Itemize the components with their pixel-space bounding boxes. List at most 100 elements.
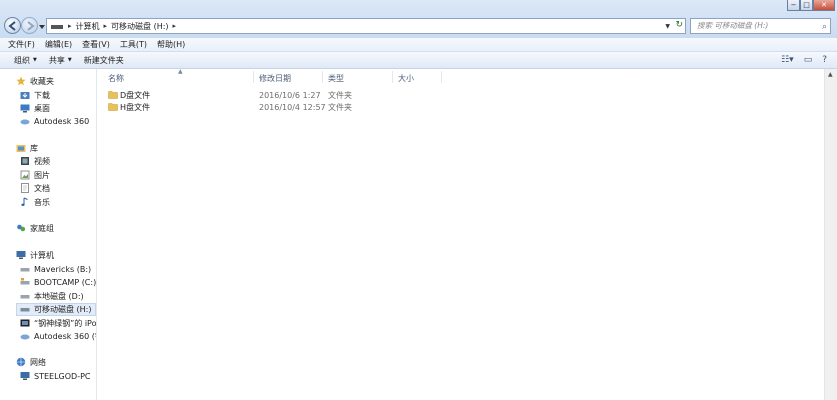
forward-arrow-icon [27, 21, 35, 31]
nav-downloads[interactable]: 下载 [20, 89, 50, 101]
video-icon [21, 157, 29, 165]
nav-label: Autodesk 360 [34, 116, 90, 126]
new-folder-button[interactable]: 新建文件夹 [84, 55, 124, 66]
nav-documents[interactable]: 文档 [20, 182, 50, 194]
column-label: 大小 [398, 73, 414, 83]
back-button[interactable] [4, 17, 21, 34]
nav-label: Mavericks (B:) [34, 264, 92, 274]
menu-bar: 文件(F) 编辑(E) 查看(V) 工具(T) 帮助(H) [0, 38, 837, 52]
command-bar: 组织 ▼ 共享 ▼ 新建文件夹 ☷▾ ▭ ? [0, 52, 837, 69]
search-icon[interactable]: ⌕ [822, 20, 827, 34]
menu-view[interactable]: 查看(V) [82, 39, 110, 50]
column-divider[interactable] [392, 71, 393, 83]
nav-drive-h[interactable]: 可移动磁盘 (H:) [20, 303, 92, 315]
nav-label: 家庭组 [30, 223, 54, 233]
nav-desktop[interactable]: 桌面 [20, 102, 50, 114]
nav-drive-c[interactable]: BOOTCAMP (C:) [20, 276, 96, 288]
nav-label: 桌面 [34, 103, 50, 113]
breadcrumb-separator[interactable]: ▸ [173, 22, 177, 30]
recent-pages-dropdown-icon[interactable] [39, 24, 45, 30]
nav-videos[interactable]: 视频 [20, 155, 50, 167]
organize-button[interactable]: 组织 ▼ [14, 55, 37, 66]
view-options-icon[interactable]: ☷▾ [781, 55, 794, 65]
library-icon [16, 145, 26, 152]
computer-root-icon [51, 25, 63, 29]
back-arrow-icon [8, 21, 16, 31]
nav-label: 下载 [34, 90, 50, 100]
breadcrumb-computer[interactable]: 计算机 [76, 21, 100, 32]
nav-drive-d[interactable]: 本地磁盘 (D:) [20, 290, 84, 302]
nav-computer[interactable]: 计算机 [16, 249, 54, 261]
close-button[interactable]: ✕ [813, 0, 835, 11]
preview-pane-icon[interactable]: ▭ [804, 55, 813, 65]
nav-label: BOOTCAMP (C:) [34, 277, 97, 287]
nav-label: 文档 [34, 183, 50, 193]
forward-button[interactable] [21, 17, 38, 34]
search-input[interactable]: 搜索 可移动磁盘 (H:) ⌕ [690, 18, 831, 34]
homegroup-icon [17, 224, 26, 232]
address-bar[interactable]: ▸ 计算机 ▸ 可移动磁盘 (H:) ▸ ▼ ↻ [46, 18, 686, 34]
vertical-scrollbar[interactable]: ▲ [824, 69, 837, 400]
file-row[interactable]: H盘文件 2016/10/4 12:57 文件夹 [106, 101, 446, 113]
star-icon [16, 76, 26, 86]
organize-label: 组织 [14, 55, 30, 65]
help-icon[interactable]: ? [822, 55, 827, 65]
nav-label: 视频 [34, 156, 50, 166]
column-divider[interactable] [253, 71, 254, 83]
column-divider[interactable] [441, 71, 442, 83]
nav-pc[interactable]: STEELGOD-PC [20, 370, 90, 382]
nav-homegroup[interactable]: 家庭组 [16, 222, 54, 234]
desktop-icon [20, 104, 30, 113]
column-header-size[interactable]: 大小 [398, 71, 414, 85]
column-header-type[interactable]: 类型 [328, 71, 344, 85]
nav-music[interactable]: 音乐 [20, 196, 50, 208]
nav-label: “钢神绿钢”的 iPo [34, 318, 97, 328]
menu-help[interactable]: 帮助(H) [157, 39, 185, 50]
nav-ipod[interactable]: “钢神绿钢”的 iPo [20, 317, 97, 329]
nav-autodesk360-drive[interactable]: Autodesk 360 (钢 [20, 330, 96, 342]
share-button[interactable]: 共享 ▼ [49, 55, 72, 66]
navigation-pane: 收藏夹 下载 桌面 Autodesk 360 库 视频 图片 文档 音乐 家庭组… [0, 69, 97, 400]
nav-label: 收藏夹 [30, 76, 54, 86]
nav-autodesk360[interactable]: Autodesk 360 [20, 115, 89, 127]
column-divider[interactable] [322, 71, 323, 83]
file-list: 名称 ▲ 修改日期 类型 大小 D盘文件 2016/10/6 1:27 文件夹 … [98, 68, 837, 400]
removable-drive-icon [20, 308, 30, 312]
nav-libraries[interactable]: 库 [16, 142, 38, 154]
minimize-button[interactable]: − [787, 0, 800, 11]
nav-label: 本地磁盘 (D:) [34, 291, 84, 301]
menu-edit[interactable]: 编辑(E) [45, 39, 72, 50]
ipod-icon [20, 319, 30, 327]
breadcrumb-separator[interactable]: ▸ [104, 22, 108, 30]
menu-file[interactable]: 文件(F) [8, 39, 35, 50]
file-date: 2016/10/6 1:27 [259, 90, 321, 100]
column-header-date[interactable]: 修改日期 [259, 71, 291, 85]
nav-pictures[interactable]: 图片 [20, 169, 50, 181]
nav-network[interactable]: 网络 [16, 356, 46, 368]
chevron-down-icon: ▼ [33, 57, 37, 63]
sort-ascending-icon: ▲ [178, 68, 183, 75]
column-label: 修改日期 [259, 73, 291, 83]
title-bar: − □ ✕ ▸ 计算机 ▸ 可移动磁盘 (H:) ▸ ▼ ↻ 搜索 可移动磁盘 … [0, 0, 837, 38]
column-header-name[interactable]: 名称 [108, 71, 124, 85]
nav-label: 图片 [34, 170, 50, 180]
menu-tools[interactable]: 工具(T) [120, 39, 147, 50]
window-controls: − □ ✕ [787, 0, 835, 12]
scroll-up-icon[interactable]: ▲ [828, 71, 833, 78]
view-controls: ☷▾ ▭ ? [771, 55, 827, 65]
system-drive-icon [20, 278, 30, 285]
refresh-icon[interactable]: ↻ [675, 20, 683, 30]
nav-label: 网络 [30, 357, 46, 367]
maximize-button[interactable]: □ [800, 0, 813, 11]
share-label: 共享 [48, 55, 65, 65]
file-row[interactable]: D盘文件 2016/10/6 1:27 文件夹 [106, 89, 446, 101]
nav-label: 音乐 [34, 197, 50, 207]
nav-favorites[interactable]: 收藏夹 [16, 75, 54, 87]
download-folder-icon [20, 92, 30, 99]
drive-icon [20, 295, 30, 299]
breadcrumb-removable-disk[interactable]: 可移动磁盘 (H:) [111, 21, 169, 32]
address-history-dropdown-icon[interactable]: ▼ [665, 23, 670, 30]
nav-label: STEELGOD-PC [34, 371, 91, 381]
breadcrumb-separator[interactable]: ▸ [68, 22, 72, 30]
nav-drive-b[interactable]: Mavericks (B:) [20, 263, 91, 275]
